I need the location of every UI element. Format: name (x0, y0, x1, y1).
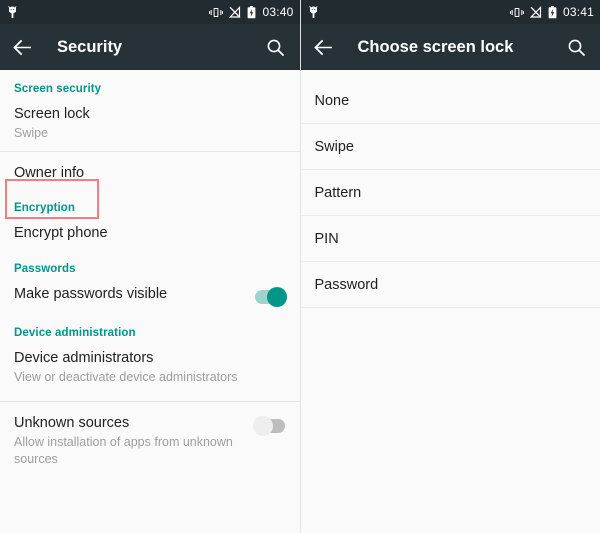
option-pin[interactable]: PIN (301, 216, 600, 261)
option-none[interactable]: None (301, 78, 600, 123)
toggle-unknown-sources[interactable] (252, 416, 287, 436)
option-pattern[interactable]: Pattern (301, 170, 600, 215)
search-button[interactable] (265, 36, 287, 58)
dual-panel-screenshot: 03:40 Security Screen security Screen lo… (0, 0, 600, 533)
list-item-unknown-sources[interactable]: Unknown sources Allow installation of ap… (0, 402, 300, 477)
search-button[interactable] (565, 36, 587, 58)
option-password[interactable]: Password (301, 262, 600, 307)
option-swipe[interactable]: Swipe (301, 124, 600, 169)
right-status-bar: 03:41 (300, 0, 600, 24)
left-status-bar: 03:40 (0, 0, 300, 24)
back-button[interactable] (313, 36, 335, 58)
list-item-title: Owner info (14, 165, 85, 181)
battery-charging-icon (248, 5, 256, 18)
right-panel-choose-screen-lock: 03:41 Choose screen lock None Swipe Patt… (300, 0, 600, 533)
section-header-encryption: Encryption (14, 202, 76, 214)
status-time: 03:41 (562, 5, 594, 19)
signal-off-icon (229, 5, 241, 18)
back-button[interactable] (12, 36, 34, 58)
left-app-bar: Security (0, 24, 300, 70)
back-arrow-icon (13, 39, 31, 55)
right-app-bar: Choose screen lock (300, 24, 600, 70)
status-icons: 03:40 (209, 5, 293, 19)
toggle-knob (266, 287, 287, 307)
list-item-encrypt-phone[interactable]: Encrypt phone (0, 219, 300, 259)
section-header-screen-security: Screen security (14, 83, 102, 95)
toggle-knob (252, 416, 273, 436)
list-item-subtitle: View or deactivate device administrators (14, 370, 238, 384)
android-robot-icon (8, 5, 17, 18)
left-panel-security: 03:40 Security Screen security Screen lo… (0, 0, 301, 533)
page-title: Security (57, 37, 123, 56)
list-item-subtitle: Allow installation of apps from unknown … (14, 435, 233, 466)
android-robot-icon (308, 5, 318, 18)
status-icons: 03:41 (509, 5, 594, 19)
list-item-owner-info[interactable]: Owner info (0, 152, 300, 198)
list-item-device-administrators[interactable]: Device administrators View or deactivate… (0, 344, 300, 401)
list-item-title: Screen lock (14, 106, 90, 122)
list-item-title: Make passwords visible (14, 286, 168, 302)
divider (300, 307, 600, 308)
list-item-title: Unknown sources (14, 415, 130, 431)
list-top-spacer (301, 70, 600, 78)
list-item-screen-lock[interactable]: Screen lock Swipe (0, 100, 300, 151)
list-item-make-passwords-visible[interactable]: Make passwords visible (0, 280, 300, 323)
section-header-passwords: Passwords (14, 263, 76, 275)
screen-lock-options-list: None Swipe Pattern PIN Password (300, 70, 600, 533)
page-title: Choose screen lock (357, 37, 514, 56)
vibrate-icon (209, 7, 224, 17)
toggle-make-passwords-visible[interactable] (253, 287, 287, 307)
search-icon (267, 39, 284, 56)
security-settings-list: Screen security Screen lock Swipe Owner … (0, 70, 300, 533)
signal-off-icon (529, 5, 542, 18)
list-item-title: Encrypt phone (14, 225, 108, 241)
back-arrow-icon (313, 39, 332, 55)
vibrate-icon (509, 7, 524, 17)
search-icon (568, 39, 585, 56)
status-notifications (7, 5, 209, 19)
section-header-device-administration: Device administration (14, 327, 136, 339)
status-notifications (308, 5, 510, 19)
battery-charging-icon (548, 5, 557, 18)
list-item-title: Device administrators (14, 350, 154, 366)
status-time: 03:40 (262, 5, 294, 19)
list-item-subtitle: Swipe (14, 126, 49, 140)
